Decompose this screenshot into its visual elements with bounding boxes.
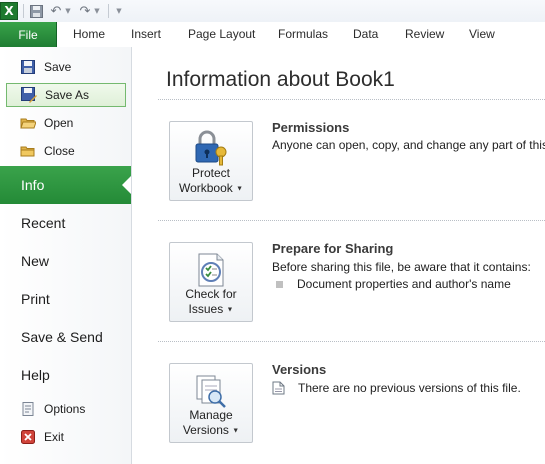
nav-exit[interactable]: Exit — [6, 425, 126, 449]
nav-new[interactable]: New — [0, 242, 131, 280]
tab-insert[interactable]: Insert — [131, 22, 161, 47]
nav-options[interactable]: Options — [6, 397, 126, 421]
tab-data[interactable]: Data — [353, 22, 378, 47]
nav-open[interactable]: Open — [6, 111, 126, 135]
check-for-issues-button[interactable]: Check for Issues ▼ — [169, 242, 253, 322]
exit-icon — [20, 429, 36, 445]
tab-home[interactable]: Home — [73, 22, 105, 47]
divider — [158, 99, 545, 100]
nav-close-label: Close — [44, 144, 75, 158]
protect-workbook-button[interactable]: Protect Workbook ▼ — [169, 121, 253, 201]
save-as-icon — [21, 87, 37, 103]
checklist-icon — [170, 243, 252, 287]
protect-workbook-line2: Workbook — [178, 181, 233, 195]
tab-page-layout[interactable]: Page Layout — [188, 22, 255, 47]
dropdown-arrow-icon: ▼ — [232, 427, 240, 435]
excel-logo-icon[interactable]: X — [0, 2, 18, 20]
sharing-item: Document properties and author's name — [297, 277, 511, 291]
divider — [158, 220, 545, 221]
qat-separator — [108, 4, 109, 18]
manage-versions-button[interactable]: Manage Versions ▼ — [169, 363, 253, 443]
nav-save-label: Save — [44, 60, 72, 74]
nav-close[interactable]: Close — [6, 139, 126, 163]
customize-qat-icon[interactable]: ▼ — [113, 2, 125, 20]
protect-workbook-line1: Protect — [191, 166, 230, 180]
versions-description: There are no previous versions of this f… — [298, 381, 521, 395]
options-icon — [20, 401, 36, 417]
nav-save-as-label: Save As — [45, 88, 90, 102]
file-tab[interactable]: File — [0, 22, 57, 47]
versions-heading: Versions — [272, 362, 327, 377]
nav-save-and-send[interactable]: Save & Send — [0, 318, 131, 356]
nav-options-label: Options — [44, 402, 86, 416]
tab-formulas[interactable]: Formulas — [278, 22, 328, 47]
permissions-heading: Permissions — [272, 120, 350, 135]
undo-icon[interactable]: ↶ — [49, 2, 63, 20]
manage-versions-line1: Manage — [189, 408, 233, 422]
check-for-issues-line1: Check for — [185, 287, 237, 301]
divider — [158, 341, 545, 342]
dropdown-arrow-icon: ▼ — [226, 306, 234, 314]
save-icon[interactable] — [28, 2, 44, 20]
save-icon — [20, 59, 36, 75]
nav-info[interactable]: Info — [0, 166, 131, 204]
manage-versions-icon — [170, 364, 252, 408]
tab-review[interactable]: Review — [405, 22, 444, 47]
sharing-description: Before sharing this file, be aware that … — [272, 260, 531, 274]
nav-open-label: Open — [44, 116, 74, 130]
quick-access-toolbar: X ↶ ▼ ↷ ▼ ▼ — [0, 0, 545, 22]
sharing-heading: Prepare for Sharing — [272, 241, 394, 256]
nav-save[interactable]: Save — [6, 55, 126, 79]
open-folder-icon — [20, 115, 36, 131]
page-title: Information about Book1 — [166, 68, 395, 91]
document-icon — [272, 381, 286, 395]
lock-keys-icon — [170, 122, 252, 166]
nav-exit-label: Exit — [44, 430, 65, 444]
active-nav-pointer — [122, 176, 131, 194]
manage-versions-line2: Versions — [182, 423, 229, 437]
check-for-issues-line2: Issues — [188, 302, 224, 316]
bullet-icon — [276, 281, 283, 288]
close-folder-icon — [20, 143, 36, 159]
nav-save-as[interactable]: Save As — [6, 83, 126, 107]
nav-help[interactable]: Help — [0, 356, 131, 394]
nav-recent[interactable]: Recent — [0, 204, 131, 242]
nav-print[interactable]: Print — [0, 280, 131, 318]
undo-dropdown-icon[interactable]: ▼ — [63, 2, 73, 20]
dropdown-arrow-icon: ▼ — [236, 185, 244, 193]
tab-view[interactable]: View — [469, 22, 495, 47]
permissions-description: Anyone can open, copy, and change any pa… — [272, 138, 545, 152]
redo-icon[interactable]: ↷ — [78, 2, 92, 20]
redo-dropdown-icon[interactable]: ▼ — [92, 2, 102, 20]
qat-separator — [23, 4, 24, 18]
